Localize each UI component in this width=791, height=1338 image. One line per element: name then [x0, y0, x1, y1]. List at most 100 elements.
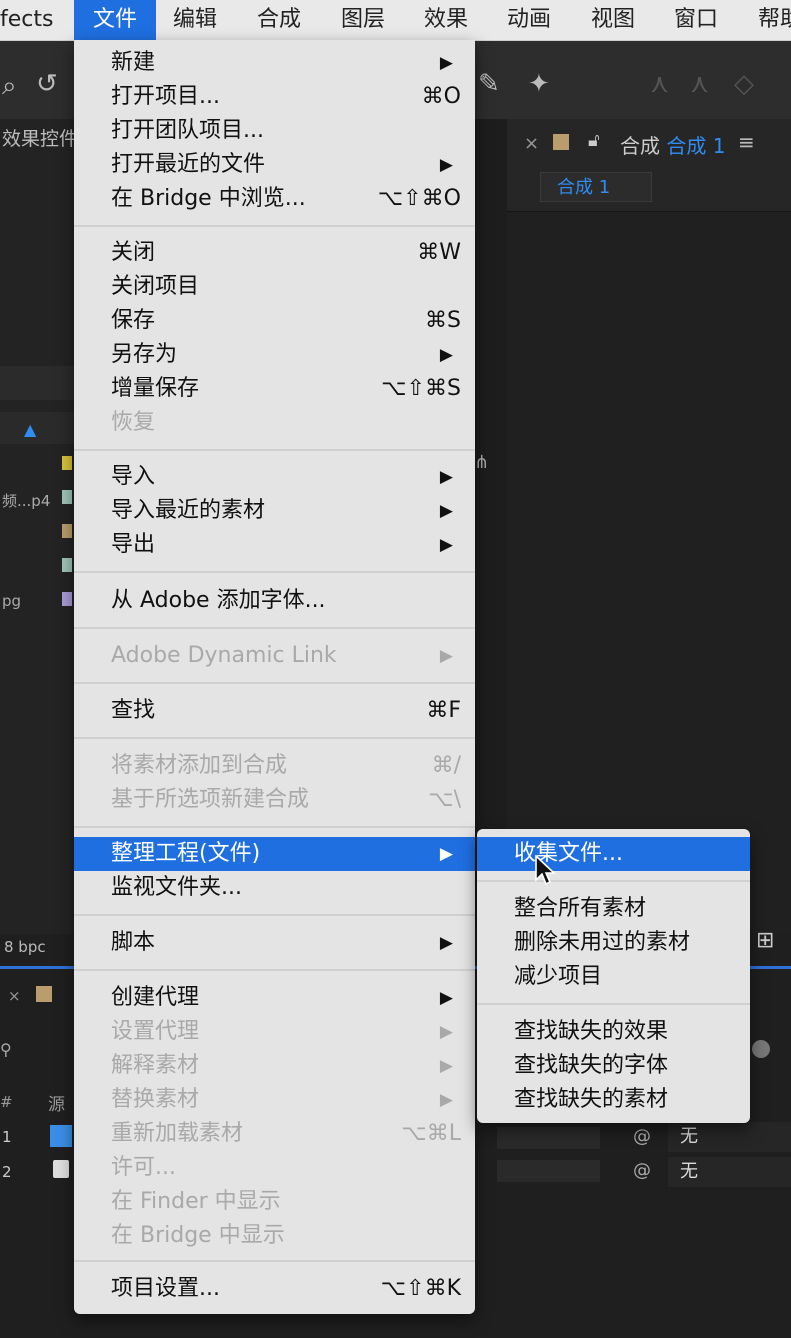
- menubar-effect[interactable]: 效果: [424, 0, 468, 40]
- layer-switches[interactable]: [497, 1127, 600, 1149]
- menu-item-close-project[interactable]: 关闭项目: [74, 270, 475, 304]
- sort-ascending-icon[interactable]: ▲: [24, 420, 36, 439]
- menu-separator: [74, 914, 475, 916]
- menu-item-label: 减少项目: [514, 964, 603, 989]
- axis-icon[interactable]: ⋏: [650, 69, 669, 99]
- parent-dropdown[interactable]: 无: [668, 1122, 791, 1152]
- search-icon[interactable]: ⚲: [0, 1040, 12, 1059]
- menubar-composition[interactable]: 合成: [257, 0, 301, 40]
- menu-item-open-recent[interactable]: 打开最近的文件 ▶: [74, 148, 475, 182]
- menu-item-increment-save[interactable]: 增量保存 ⌥⇧⌘S: [74, 372, 475, 406]
- menu-item-label: 许可...: [111, 1155, 176, 1180]
- motion-blur-icon[interactable]: [752, 1040, 770, 1058]
- menu-item-shortcut: ⌘/: [431, 753, 461, 778]
- submenu-item-consolidate-all-footage[interactable]: 整合所有素材: [477, 892, 750, 926]
- menu-item-dependencies[interactable]: 整理工程(文件) ▶: [74, 837, 475, 871]
- menu-item-project-settings[interactable]: 项目设置... ⌥⇧⌘K: [74, 1272, 475, 1306]
- submenu-item-find-missing-fonts[interactable]: 查找缺失的字体: [477, 1049, 750, 1083]
- menu-item-label: 新建: [111, 50, 156, 75]
- submenu-item-reduce-project[interactable]: 减少项目: [477, 960, 750, 994]
- menu-item-reveal-in-finder: 在 Finder 中显示: [74, 1185, 475, 1219]
- column-source-name: 源: [48, 1095, 65, 1115]
- label-swatch: [62, 524, 72, 538]
- axis-world-icon[interactable]: ⋏: [690, 69, 709, 99]
- zoom-icon[interactable]: ⌕: [2, 71, 17, 102]
- menu-item-label: 打开团队项目...: [111, 118, 264, 143]
- menu-item-find[interactable]: 查找 ⌘F: [74, 694, 475, 728]
- layer-number: 2: [2, 1163, 12, 1181]
- submenu-arrow-icon: ▶: [439, 535, 453, 555]
- parent-pickwhip-icon[interactable]: @: [633, 1160, 651, 1181]
- menu-item-create-proxy[interactable]: 创建代理 ▶: [74, 981, 475, 1015]
- menu-item-browse-in-bridge[interactable]: 在 Bridge 中浏览... ⌥⇧⌘O: [74, 182, 475, 216]
- comp-name: 合成 1: [666, 134, 726, 158]
- menu-item-save[interactable]: 保存 ⌘S: [74, 304, 475, 338]
- menu-separator: [74, 571, 475, 573]
- menu-item-close[interactable]: 关闭 ⌘W: [74, 236, 475, 270]
- menubar-animation[interactable]: 动画: [507, 0, 551, 40]
- menu-item-open-project[interactable]: 打开项目... ⌘O: [74, 80, 475, 114]
- menubar-help[interactable]: 帮助: [758, 0, 791, 40]
- axis-view-icon[interactable]: ◇: [734, 69, 754, 99]
- roto-brush-icon[interactable]: ✎: [478, 69, 500, 99]
- submenu-arrow-icon: ▶: [439, 1090, 453, 1110]
- menubar-window[interactable]: 窗口: [674, 0, 718, 40]
- menu-item-export[interactable]: 导出 ▶: [74, 528, 475, 562]
- menu-item-shortcut: ⌘O: [421, 84, 461, 109]
- menubar-layer[interactable]: 图层: [341, 0, 385, 40]
- mac-menubar: fects 文件 编辑 合成 图层 效果 动画 视图 窗口 帮助: [0, 0, 791, 41]
- composition-viewer: [507, 119, 791, 934]
- project-search-bar[interactable]: [0, 366, 74, 400]
- rotate-icon[interactable]: ↺: [36, 69, 58, 99]
- menu-item-save-as[interactable]: 另存为 ▶: [74, 338, 475, 372]
- menu-separator: [74, 737, 475, 739]
- menu-item-watch-folder[interactable]: 监视文件夹...: [74, 871, 475, 905]
- column-layer-number: #: [0, 1093, 13, 1111]
- submenu-item-find-missing-effects[interactable]: 查找缺失的效果: [477, 1015, 750, 1049]
- menubar-file[interactable]: 文件: [74, 0, 156, 40]
- menu-item-label: 将素材添加到合成: [111, 753, 288, 778]
- menu-separator: [74, 627, 475, 629]
- menu-item-shortcut: ⌥⌘L: [401, 1121, 461, 1146]
- submenu-item-remove-unused-footage[interactable]: 删除未用过的素材: [477, 926, 750, 960]
- lock-icon[interactable]: 🔓︎: [588, 130, 600, 151]
- menubar-view[interactable]: 视图: [591, 0, 635, 40]
- menu-item-interpret-footage: 解释素材 ▶: [74, 1049, 475, 1083]
- menubar-app-after-effects[interactable]: fects: [0, 0, 53, 40]
- menu-item-open-team-project[interactable]: 打开团队项目...: [74, 114, 475, 148]
- project-item-name[interactable]: 频...p4: [2, 490, 50, 511]
- menu-item-label: 查找缺失的字体: [514, 1053, 669, 1078]
- grid-toggle-icon[interactable]: ⊞: [756, 928, 774, 953]
- effect-controls-tab[interactable]: 效果控件: [2, 124, 78, 151]
- menu-item-scripts[interactable]: 脚本 ▶: [74, 926, 475, 960]
- menu-separator: [74, 449, 475, 451]
- close-icon[interactable]: ×: [8, 987, 21, 1005]
- submenu-item-find-missing-footage[interactable]: 查找缺失的素材: [477, 1083, 750, 1117]
- menu-item-label: 导入: [111, 464, 156, 489]
- menu-item-label: 重新加载素材: [111, 1121, 244, 1146]
- parent-pickwhip-icon[interactable]: @: [633, 1126, 651, 1147]
- panel-menu-icon[interactable]: ≡: [738, 130, 755, 154]
- menu-item-add-fonts-from-adobe[interactable]: 从 Adobe 添加字体...: [74, 584, 475, 618]
- project-item-name[interactable]: pg: [2, 592, 21, 610]
- menu-item-label: 恢复: [111, 410, 156, 435]
- composition-navigator-chip[interactable]: 合成 1: [540, 172, 652, 202]
- menu-item-import-recent-footage[interactable]: 导入最近的素材 ▶: [74, 494, 475, 528]
- menu-item-shortcut: ⌘F: [426, 698, 461, 723]
- menu-item-label: 创建代理: [111, 985, 200, 1010]
- menu-item-new[interactable]: 新建 ▶: [74, 46, 475, 80]
- layer-switches[interactable]: [497, 1160, 600, 1182]
- flowchart-icon[interactable]: ⋔: [474, 452, 489, 473]
- composition-tab-title[interactable]: 合成 合成 1: [620, 130, 725, 159]
- menu-item-label: 整合所有素材: [514, 896, 647, 921]
- menu-item-import[interactable]: 导入 ▶: [74, 460, 475, 494]
- menu-item-label: 导入最近的素材: [111, 498, 266, 523]
- parent-dropdown[interactable]: 无: [668, 1157, 791, 1187]
- bit-depth-label[interactable]: 8 bpc: [4, 938, 46, 956]
- menubar-edit[interactable]: 编辑: [173, 0, 217, 40]
- submenu-arrow-icon: ▶: [439, 501, 453, 521]
- puppet-pin-icon[interactable]: ✦: [528, 69, 550, 99]
- submenu-arrow-icon: ▶: [439, 844, 453, 864]
- close-icon[interactable]: ×: [524, 133, 539, 154]
- submenu-item-collect-files[interactable]: 收集文件...: [477, 837, 750, 871]
